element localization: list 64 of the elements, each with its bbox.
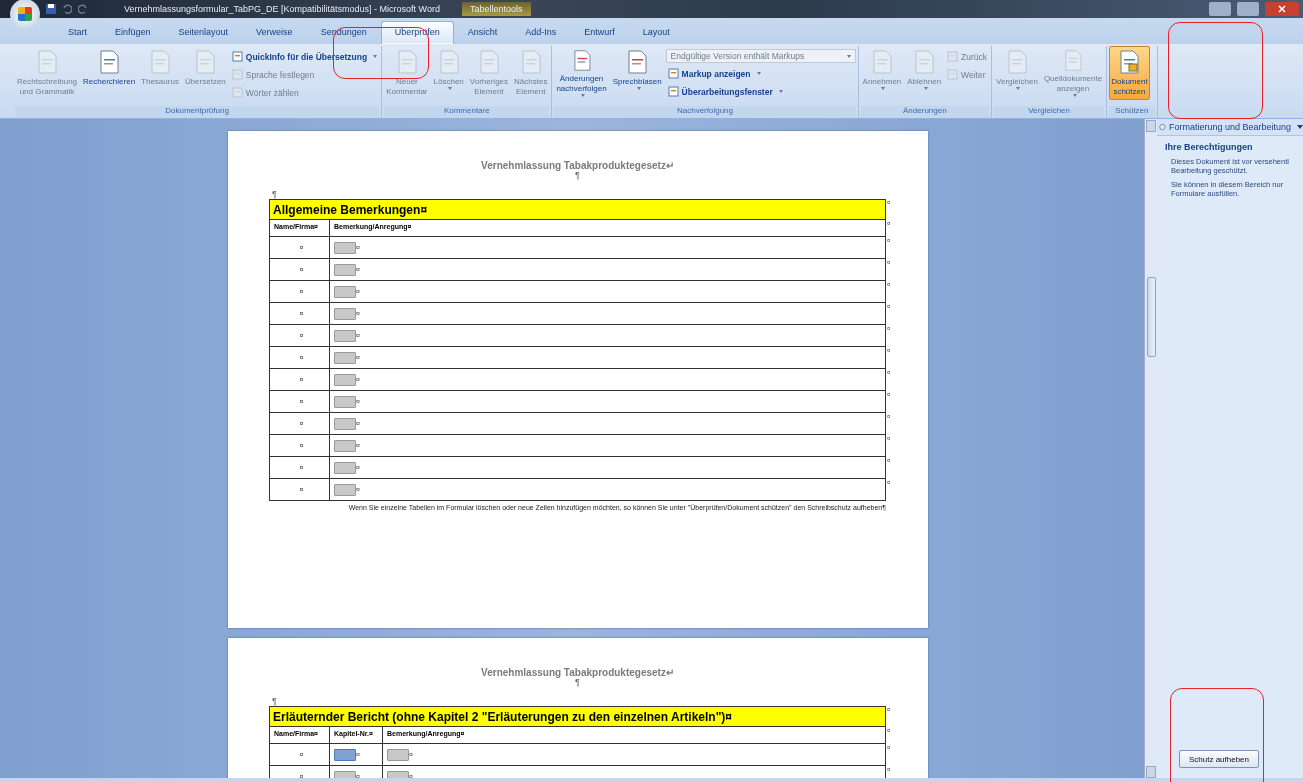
- close-icon: [1278, 5, 1286, 13]
- ribbon-button[interactable]: Sprechblasen: [610, 46, 664, 100]
- ribbon-tab[interactable]: Einfügen: [101, 21, 165, 44]
- form-field[interactable]: [334, 483, 356, 496]
- unprotect-button[interactable]: Schutz aufheben: [1179, 750, 1259, 768]
- page-header: Vernehmlassung Tabakproduktegesetz↵: [480, 160, 675, 171]
- small-document-icon: [667, 68, 679, 79]
- form-field[interactable]: [334, 329, 356, 342]
- scroll-down-button[interactable]: [1146, 766, 1156, 778]
- ribbon-button[interactable]: Überarbeitungsfenster: [665, 84, 856, 99]
- group-label: Änderungen: [860, 106, 990, 118]
- form-field[interactable]: [334, 748, 356, 761]
- pane-title: Formatierung und Bearbeitung: [1168, 122, 1291, 132]
- ribbon-button[interactable]: Änderungen nachverfolgen: [554, 46, 609, 100]
- redo-icon[interactable]: [78, 4, 88, 14]
- scroll-up-button[interactable]: [1146, 120, 1156, 132]
- table-title: Erläuternder Bericht (ohne Kapitel 2 "Erläuterungen zu den einzelnen Artikeln")¤: [269, 706, 886, 727]
- form-field[interactable]: [334, 241, 356, 254]
- table-title: Allgemeine Bemerkungen¤: [269, 199, 886, 220]
- paragraph-mark: ¶: [575, 678, 580, 687]
- ribbon-button[interactable]: Recherchieren: [81, 46, 138, 100]
- form-field[interactable]: [334, 461, 356, 474]
- form-field[interactable]: [334, 373, 356, 386]
- group-label: Dokumentprüfung: [15, 106, 380, 118]
- paragraph-mark: ¶: [272, 697, 278, 706]
- vertical-scrollbar[interactable]: [1144, 119, 1157, 778]
- ribbon-tab[interactable]: Layout: [628, 21, 684, 44]
- form-field[interactable]: [334, 439, 356, 452]
- ribbon-tab[interactable]: Verweise: [242, 21, 307, 44]
- small-document-icon: [231, 69, 243, 80]
- form-field[interactable]: [334, 285, 356, 298]
- small-document-icon: [947, 69, 959, 80]
- contextual-tab-label: Tabellentools: [461, 2, 531, 16]
- group-label: Nachverfolgung: [554, 106, 856, 118]
- pane-menu-icon[interactable]: [1297, 125, 1303, 129]
- ribbon-tab[interactable]: Seitenlayout: [164, 21, 243, 44]
- ribbon-button[interactable]: Dokument schützen: [1109, 46, 1150, 100]
- group-label: Kommentare: [384, 106, 550, 118]
- ribbon-button[interactable]: Markup anzeigen: [665, 66, 856, 81]
- paragraph-mark: ¶: [575, 171, 580, 180]
- small-document-icon: [231, 51, 243, 62]
- close-button[interactable]: [1265, 2, 1299, 16]
- form-field[interactable]: [334, 307, 356, 320]
- small-document-icon: [667, 86, 679, 97]
- window-title: Vernehmlassungsformular_TabPG_DE [Kompatibilitätsmodus] - Microsoft Word: [124, 4, 440, 14]
- scroll-thumb[interactable]: [1146, 277, 1156, 357]
- save-icon[interactable]: [46, 4, 56, 14]
- form-field[interactable]: [334, 263, 356, 276]
- form-field[interactable]: [334, 395, 356, 408]
- group-label: Vergleichen: [994, 106, 1105, 118]
- group-label: Schützen: [1109, 106, 1155, 118]
- small-document-icon: [231, 87, 243, 98]
- pane-heading: Ihre Berechtigungen: [1165, 142, 1254, 152]
- ribbon-tab[interactable]: Ansicht: [453, 21, 512, 44]
- paragraph-mark: ¶: [272, 190, 278, 199]
- undo-icon[interactable]: [62, 4, 72, 14]
- ribbon-tab[interactable]: Add-Ins: [511, 21, 571, 44]
- form-field[interactable]: [387, 748, 409, 761]
- ribbon-tab[interactable]: Entwurf: [570, 21, 629, 44]
- small-document-icon: [947, 51, 959, 62]
- ribbon-tab[interactable]: Start: [54, 21, 101, 44]
- form-field[interactable]: [334, 417, 356, 430]
- page-header: Vernehmlassung Tabakproduktegesetz↵: [480, 667, 675, 678]
- form-field[interactable]: [334, 351, 356, 364]
